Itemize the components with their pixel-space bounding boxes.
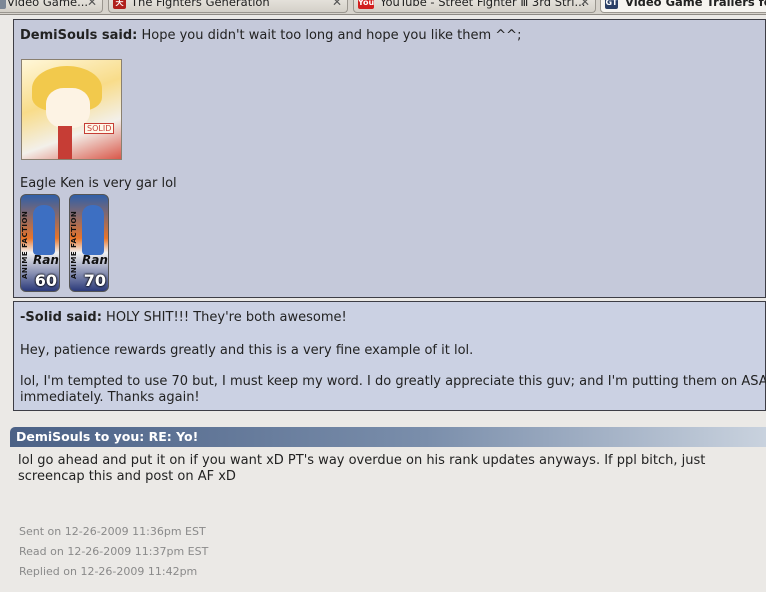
message-header: DemiSouls to you: RE: Yo!: [10, 427, 766, 447]
rank-image-70: ANIME FACTION Rank 70: [69, 194, 109, 292]
quote-author: -Solid said:: [20, 310, 102, 325]
quote-paragraph: lol, I'm tempted to use 70 but, I must k…: [20, 374, 766, 389]
tab-video-game[interactable]: Video Game... ✕: [0, 0, 103, 13]
avatar-image: SOLID: [21, 59, 122, 160]
page-icon: [0, 0, 6, 9]
close-icon[interactable]: ✕: [332, 0, 342, 9]
tab-title: The Fighters Generation: [131, 0, 270, 9]
quote-author: DemiSouls said:: [20, 28, 138, 43]
browser-tab-bar: Video Game... ✕ 天 The Fighters Generatio…: [0, 0, 766, 15]
message-body-line: screencap this and post on AF xD: [18, 469, 236, 484]
tab-youtube[interactable]: You YouTube - Street Fighter Ⅲ 3rd Stri.…: [353, 0, 596, 13]
fighters-generation-icon: 天: [113, 0, 126, 9]
rank-number: 70: [83, 271, 106, 290]
rank-script: Rank: [33, 253, 59, 267]
rank-image-60: ANIME FACTION Rank 60: [20, 194, 60, 292]
close-icon[interactable]: ✕: [580, 0, 590, 9]
quote-block-solid: -Solid said: HOLY SHIT!!! They're both a…: [13, 301, 766, 411]
rank-number: 60: [34, 271, 57, 290]
quote-block-demisouls: DemiSouls said: Hope you didn't wait too…: [13, 19, 766, 298]
tab-video-game-trailers[interactable]: GT Video Game Trailers for V: [600, 0, 766, 13]
rank-label: ANIME FACTION: [70, 210, 78, 279]
youtube-icon: You: [358, 0, 374, 9]
sent-timestamp: Sent on 12-26-2009 11:36pm EST: [19, 525, 206, 538]
tab-fighters-generation[interactable]: 天 The Fighters Generation ✕: [108, 0, 348, 13]
quote-caption: Eagle Ken is very gar lol: [20, 176, 177, 191]
rank-script: Rank: [82, 253, 108, 267]
rank-label: ANIME FACTION: [21, 210, 29, 279]
avatar-badge: SOLID: [84, 123, 115, 134]
quote-line: -Solid said: HOLY SHIT!!! They're both a…: [20, 310, 347, 325]
gametrailers-icon: GT: [605, 0, 618, 9]
quote-text: Hope you didn't wait too long and hope y…: [141, 28, 522, 43]
quote-paragraph: immediately. Thanks again!: [20, 390, 200, 405]
close-icon[interactable]: ✕: [87, 0, 97, 9]
quote-paragraph: Hey, patience rewards greatly and this i…: [20, 343, 474, 358]
message-body-line: lol go ahead and put it on if you want x…: [18, 453, 706, 468]
read-timestamp: Read on 12-26-2009 11:37pm EST: [19, 545, 209, 558]
tab-title: YouTube - Street Fighter Ⅲ 3rd Stri...: [380, 0, 586, 9]
quote-text: HOLY SHIT!!! They're both awesome!: [106, 310, 347, 325]
tab-title: Video Game...: [7, 0, 89, 9]
replied-timestamp: Replied on 12-26-2009 11:42pm: [19, 565, 198, 578]
quote-line: DemiSouls said: Hope you didn't wait too…: [20, 28, 521, 43]
tab-title: Video Game Trailers for V: [625, 0, 766, 9]
message-body: lol go ahead and put it on if you want x…: [18, 453, 758, 485]
